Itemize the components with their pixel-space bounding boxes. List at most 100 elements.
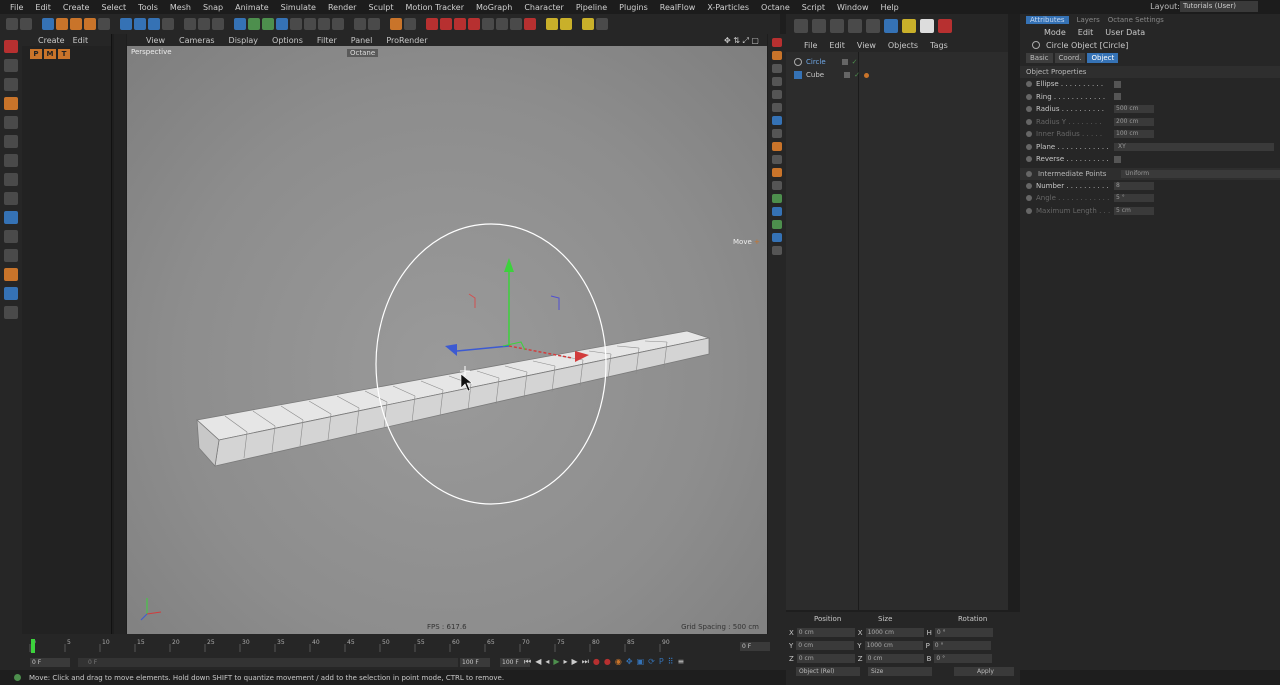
polygon-mode-icon[interactable] bbox=[4, 154, 18, 167]
object-row-circle[interactable]: Circle ✓ bbox=[794, 56, 858, 68]
quantize-icon[interactable] bbox=[4, 306, 18, 319]
texture-mode-icon[interactable] bbox=[4, 78, 18, 91]
animate-dot-icon[interactable] bbox=[1026, 118, 1032, 125]
attributes-menu-edit[interactable]: Edit bbox=[1078, 28, 1094, 37]
position-z-field[interactable]: 0 cm bbox=[796, 654, 855, 663]
viewport-canvas[interactable]: Perspective Octane ✥ ⇅ ⤢ ▢ Move + FPS: … bbox=[127, 36, 767, 634]
viewport-menu-display[interactable]: Display bbox=[229, 36, 259, 45]
size-y-field[interactable]: 1000 cm bbox=[864, 641, 923, 650]
menu-item-select[interactable]: Select bbox=[95, 3, 132, 12]
object-row-cube[interactable]: Cube ✓ bbox=[794, 69, 869, 81]
cloner-icon[interactable] bbox=[276, 18, 288, 30]
shading-icon[interactable] bbox=[812, 19, 826, 33]
animate-dot-icon[interactable] bbox=[1026, 195, 1032, 202]
visibility-dots-icon[interactable] bbox=[841, 59, 848, 65]
edge-mode-icon[interactable] bbox=[4, 135, 18, 148]
viewport-menu-panel[interactable]: Panel bbox=[351, 36, 373, 45]
current-frame-field[interactable]: 0 F bbox=[740, 642, 770, 651]
property-field[interactable]: 100 cm bbox=[1114, 130, 1154, 139]
position-key-icon[interactable]: ✥ bbox=[626, 657, 633, 667]
go-to-end-icon[interactable]: ⏭ bbox=[582, 657, 589, 667]
enabled-check-icon[interactable]: ✓ bbox=[854, 71, 860, 79]
autokey-icon[interactable]: ● bbox=[604, 657, 611, 667]
scale-key-icon[interactable]: ▣ bbox=[637, 657, 645, 667]
viewport-solo-icon[interactable] bbox=[4, 230, 18, 243]
realflow-icon[interactable] bbox=[582, 18, 594, 30]
python-icon[interactable] bbox=[390, 18, 402, 30]
redo-icon[interactable] bbox=[20, 18, 32, 30]
workplane-mode-icon[interactable] bbox=[4, 97, 18, 110]
next-frame-icon[interactable]: ▸ bbox=[564, 657, 568, 667]
xparticles-system-icon[interactable] bbox=[560, 18, 572, 30]
make-editable-icon[interactable] bbox=[4, 40, 18, 53]
timeline-menu-icon[interactable]: ≡ bbox=[678, 657, 685, 667]
octane-tool-14-icon[interactable] bbox=[772, 207, 782, 216]
viewport-menu-cameras[interactable]: Cameras bbox=[179, 36, 215, 45]
side-tabs-strip[interactable] bbox=[114, 34, 126, 644]
object-menu-edit[interactable]: Edit bbox=[829, 41, 845, 50]
menu-item-x-particles[interactable]: X-Particles bbox=[701, 3, 755, 12]
octane-tool-15-icon[interactable] bbox=[772, 220, 782, 229]
layout-select[interactable]: Tutorials (User) bbox=[1180, 1, 1258, 12]
octane-tool-16-icon[interactable] bbox=[772, 233, 782, 242]
object-menu-objects[interactable]: Objects bbox=[888, 41, 918, 50]
menu-item-edit[interactable]: Edit bbox=[29, 3, 57, 12]
property-field[interactable]: 5 ° bbox=[1114, 194, 1154, 203]
size-x-field[interactable]: 1000 cm bbox=[865, 628, 924, 637]
property-select[interactable]: XY bbox=[1114, 142, 1274, 151]
property-field[interactable]: 5 cm bbox=[1114, 206, 1154, 215]
animate-dot-icon[interactable] bbox=[1026, 106, 1032, 113]
parameter-key-icon[interactable]: P bbox=[659, 657, 664, 667]
menu-item-render[interactable]: Render bbox=[322, 3, 362, 12]
end-frame-field-a[interactable]: 100 F bbox=[460, 658, 490, 667]
locked-workplane-icon[interactable] bbox=[4, 268, 18, 281]
content-menu-edit[interactable]: Edit bbox=[73, 36, 89, 45]
animate-dot-icon[interactable] bbox=[1026, 81, 1032, 88]
menu-item-pipeline[interactable]: Pipeline bbox=[570, 3, 613, 12]
property-field[interactable]: 200 cm bbox=[1114, 117, 1154, 126]
property-checkbox[interactable] bbox=[1114, 80, 1121, 88]
extra-tool-icon[interactable] bbox=[596, 18, 608, 30]
render-picture-viewer-icon[interactable] bbox=[198, 18, 210, 30]
tab-attributes[interactable]: Attributes bbox=[1026, 16, 1069, 24]
playhead[interactable] bbox=[31, 639, 35, 653]
rotation-h-field[interactable]: 0 ° bbox=[934, 628, 993, 637]
xparticles-emitter-icon[interactable] bbox=[546, 18, 558, 30]
menu-item-octane[interactable]: Octane bbox=[755, 3, 796, 12]
animate-dot-icon[interactable] bbox=[1026, 182, 1032, 189]
display-icon[interactable] bbox=[866, 19, 880, 33]
go-to-start-icon[interactable]: ⏮ bbox=[524, 657, 531, 667]
viewport-nav-icons[interactable]: ✥ ⇅ ⤢ ▢ bbox=[724, 36, 759, 46]
octane-object-icon[interactable] bbox=[482, 18, 494, 30]
property-checkbox[interactable] bbox=[1114, 155, 1121, 163]
menu-item-create[interactable]: Create bbox=[57, 3, 96, 12]
enabled-check-icon[interactable]: ✓ bbox=[852, 58, 858, 66]
property-field[interactable]: 500 cm bbox=[1114, 105, 1154, 114]
octane-camera-icon[interactable] bbox=[468, 18, 480, 30]
octane-tool-4-icon[interactable] bbox=[772, 77, 782, 86]
point-mode-icon[interactable] bbox=[4, 116, 18, 129]
octane-tool-10-icon[interactable] bbox=[772, 155, 782, 164]
apply-button[interactable]: Apply bbox=[954, 667, 1014, 676]
menu-item-plugins[interactable]: Plugins bbox=[613, 3, 654, 12]
attributes-menu-mode[interactable]: Mode bbox=[1044, 28, 1066, 37]
animate-dot-icon[interactable] bbox=[1026, 143, 1032, 150]
next-key-icon[interactable]: ▶ bbox=[572, 657, 578, 667]
prev-frame-icon[interactable]: ◂ bbox=[545, 657, 549, 667]
menu-item-animate[interactable]: Animate bbox=[229, 3, 275, 12]
position-y-field[interactable]: 0 cm bbox=[796, 641, 855, 650]
object-menu-file[interactable]: File bbox=[804, 41, 817, 50]
enable-axis-icon[interactable] bbox=[4, 192, 18, 205]
menu-item-tools[interactable]: Tools bbox=[132, 3, 164, 12]
record-icon[interactable] bbox=[938, 19, 952, 33]
octane-tool-17-icon[interactable] bbox=[772, 246, 782, 255]
octane-tool-1-icon[interactable] bbox=[772, 38, 782, 47]
intermediate-points-select[interactable]: Uniform bbox=[1121, 169, 1280, 178]
rotation-p-field[interactable]: 0 ° bbox=[932, 641, 991, 650]
light-icon[interactable] bbox=[332, 18, 344, 30]
move-tool-icon[interactable] bbox=[56, 18, 68, 30]
octane-tool-8-icon[interactable] bbox=[772, 129, 782, 138]
live-selection-icon[interactable] bbox=[42, 18, 54, 30]
layout-icon[interactable] bbox=[794, 19, 808, 33]
octane-tool-5-icon[interactable] bbox=[772, 90, 782, 99]
